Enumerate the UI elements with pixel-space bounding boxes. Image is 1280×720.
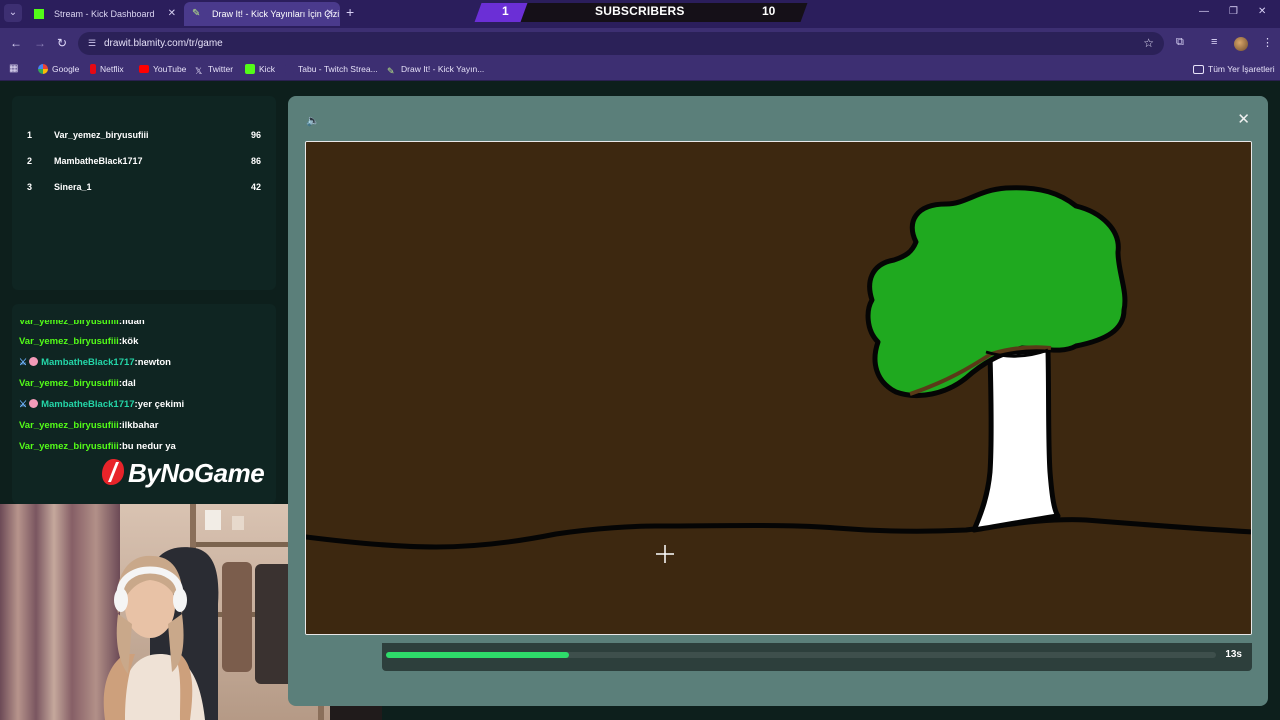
- reload-icon[interactable]: ↻: [57, 36, 67, 50]
- subscriber-accent: [474, 3, 528, 22]
- forward-arrow-icon[interactable]: →: [34, 36, 46, 50]
- bynogame-logo-icon: [102, 459, 124, 485]
- all-bookmarks-folder[interactable]: Tüm Yer İşaretleri: [1193, 64, 1275, 74]
- leaderboard-row: 1 Var_yemez_biryusufiii 96: [12, 126, 276, 146]
- back-arrow-icon[interactable]: ←: [10, 36, 22, 50]
- tab-draw-it[interactable]: ✎ Draw It! - Kick Yayınları İçin Çizi ✕: [184, 2, 340, 26]
- tab-title: Stream - Kick Dashboard: [54, 9, 155, 19]
- leaderboard-panel: 1 Var_yemez_biryusufiii 96 2 MambatheBla…: [12, 96, 276, 290]
- player-name: Sinera_1: [54, 182, 92, 192]
- round-timer: 13s: [1225, 649, 1242, 660]
- tab-kick-dashboard[interactable]: Stream - Kick Dashboard ✕: [26, 2, 182, 26]
- profile-avatar[interactable]: [1234, 37, 1248, 51]
- drawit-icon: ✎: [387, 66, 395, 76]
- menu-kebab-icon[interactable]: ⋮: [1262, 36, 1273, 49]
- bookmark-netflix[interactable]: Netflix: [90, 64, 124, 74]
- subscriber-label: SUBSCRIBERS: [595, 4, 685, 18]
- score: 42: [250, 182, 261, 192]
- tab-close-icon[interactable]: ✕: [168, 2, 176, 26]
- sound-icon[interactable]: 🔈: [306, 114, 320, 127]
- folder-icon: [1193, 65, 1204, 74]
- browser-tab-bar: ⌄ Stream - Kick Dashboard ✕ ✎ Draw It! -…: [0, 0, 1280, 28]
- drawing-canvas[interactable]: [305, 141, 1252, 635]
- chat-message: ⚔ MambatheBlack1717:newton: [19, 357, 171, 368]
- crosshair-cursor-icon: [656, 545, 674, 563]
- rank: 2: [27, 156, 33, 166]
- chat-message: Var_yemez_biryusufiii:ilkbahar: [19, 420, 159, 431]
- url-field[interactable]: ☰ drawit.blamity.com/tr/game ☆: [78, 32, 1164, 55]
- bookmark-google[interactable]: Google: [38, 64, 79, 74]
- window-close-icon[interactable]: ✕: [1258, 6, 1266, 17]
- bookmark-star-icon[interactable]: ☆: [1143, 36, 1154, 50]
- media-controls-icon[interactable]: ≡: [1211, 36, 1217, 48]
- x-icon: 𝕏: [195, 66, 203, 76]
- progress-fill: [386, 652, 569, 658]
- site-info-icon[interactable]: ☰: [88, 38, 96, 49]
- bookmark-twitter[interactable]: 𝕏 Twitter: [195, 64, 233, 76]
- google-icon: [38, 64, 48, 74]
- tab-search-button[interactable]: ⌄: [4, 4, 22, 22]
- subscriber-left-value: 1: [502, 4, 509, 18]
- chat-message: Var_yemez_biryusufiii:dal: [19, 378, 136, 389]
- player-name: Var_yemez_biryusufiii: [54, 130, 149, 140]
- chat-message: ⚔ MambatheBlack1717:yer çekimi: [19, 399, 185, 410]
- drawit-favicon-icon: ✎: [192, 8, 201, 19]
- new-tab-button[interactable]: +: [346, 4, 354, 20]
- close-game-icon[interactable]: ✕: [1237, 110, 1250, 128]
- kick-icon: [245, 64, 255, 74]
- youtube-icon: [139, 65, 149, 73]
- bookmark-youtube[interactable]: YouTube: [139, 64, 186, 74]
- chat-message: Var_yemez_biryusufiii:kök: [19, 336, 139, 347]
- rank: 1: [27, 130, 33, 140]
- sword-badge-icon: ⚔: [19, 399, 28, 409]
- progress-track: [386, 652, 1216, 658]
- rank: 3: [27, 182, 33, 192]
- sponsor-name: ByNoGame: [128, 458, 265, 488]
- player-name: MambatheBlack1717: [54, 156, 143, 166]
- leaderboard-row: 2 MambatheBlack1717 86: [12, 152, 276, 172]
- drawing: [306, 142, 1251, 634]
- address-bar-row: ← → ↻ ☰ drawit.blamity.com/tr/game ☆ ⧉ ≡…: [0, 28, 1280, 59]
- flower-badge-icon: [29, 357, 39, 366]
- tab-close-icon[interactable]: ✕: [326, 2, 334, 26]
- bookmark-tabu[interactable]: Tabu - Twitch Strea...: [285, 64, 378, 74]
- tab-title: Draw It! - Kick Yayınları İçin Çizi: [212, 9, 340, 19]
- restore-icon[interactable]: ❐: [1229, 6, 1238, 17]
- minimize-icon[interactable]: —: [1199, 6, 1209, 17]
- score: 96: [250, 130, 261, 140]
- extensions-icon[interactable]: ⧉: [1176, 36, 1184, 49]
- sword-badge-icon: ⚔: [19, 357, 28, 367]
- kick-favicon-icon: [34, 9, 44, 19]
- url-text: drawit.blamity.com/tr/game: [104, 38, 223, 49]
- subscriber-right-value: 10: [762, 4, 776, 18]
- bookmark-draw-it[interactable]: ✎ Draw It! - Kick Yayın...: [387, 64, 484, 76]
- flower-badge-icon: [29, 399, 39, 408]
- bookmarks-bar: ▦ Google Netflix YouTube 𝕏 Twitter Kick T…: [0, 59, 1280, 81]
- score: 86: [250, 156, 261, 166]
- netflix-icon: [90, 64, 96, 74]
- chat-message: Var_yemez_biryusufiii:fidan: [19, 316, 145, 327]
- tabu-icon: [285, 64, 294, 74]
- chat-message: Var_yemez_biryusufiii:bu nedur ya: [19, 441, 176, 452]
- leaderboard-row: 3 Sinera_1 42: [12, 178, 276, 198]
- bookmark-kick[interactable]: Kick: [245, 64, 275, 74]
- round-progress: 13s: [382, 643, 1252, 671]
- apps-grid-icon[interactable]: ▦: [9, 63, 18, 74]
